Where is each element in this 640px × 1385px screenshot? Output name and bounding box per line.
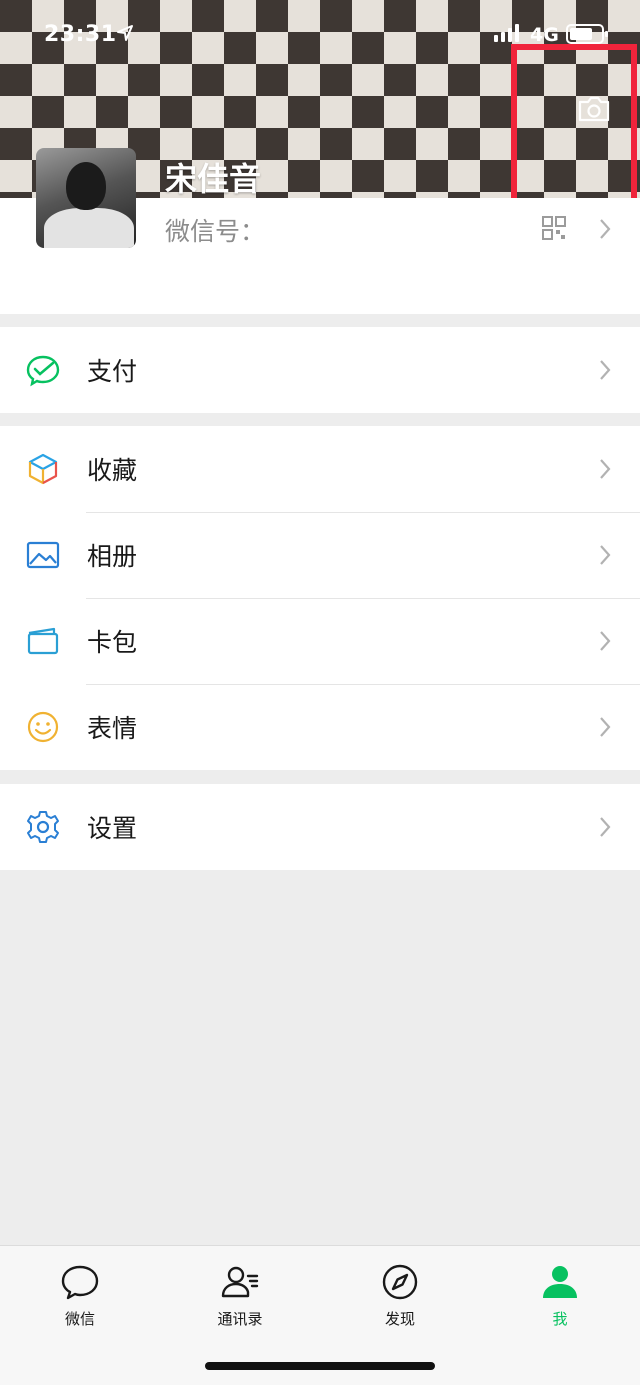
tab-contacts[interactable]: 通讯录 [185,1262,295,1332]
status-time: 23:31 [44,22,117,47]
menu-label-favorites: 收藏 [87,456,138,485]
menu-group-pay: 支付 [0,327,640,413]
tab-chats[interactable]: 微信 [25,1262,135,1332]
camera-highlight-box [511,44,637,206]
menu-item-favorites[interactable]: 收藏 [0,426,640,512]
tab-label-contacts: 通讯录 [217,1310,263,1328]
chevron-right-icon [600,631,611,651]
tab-discover[interactable]: 发现 [345,1262,455,1332]
menu-label-stickers: 表情 [87,714,138,743]
menu-label-cards: 卡包 [87,628,138,657]
wechat-pay-icon [26,355,60,387]
signal-icon [494,24,519,42]
person-icon [543,1266,577,1298]
album-icon [26,541,60,569]
profile-name: 宋佳音 [165,160,262,198]
menu-label-pay: 支付 [87,357,138,386]
chevron-right-icon [600,817,611,837]
menu-group-main: 收藏 相册 卡包 表情 [0,426,640,770]
menu-label-album: 相册 [87,542,138,571]
chevron-right-icon [600,545,611,565]
favorites-cube-icon [28,453,58,485]
card-wallet-icon [27,627,59,655]
menu-item-settings[interactable]: 设置 [0,784,640,870]
battery-icon [566,24,608,44]
menu-label-settings: 设置 [87,814,138,843]
qr-code-icon[interactable] [542,216,566,240]
network-type: 4G [530,24,559,46]
tab-label-chats: 微信 [64,1310,95,1328]
menu-item-pay[interactable]: 支付 [0,327,640,413]
compass-icon [382,1264,418,1300]
chevron-right-icon [600,360,611,380]
tab-label-me: 我 [552,1310,568,1328]
avatar[interactable] [36,148,136,248]
tab-label-discover: 发现 [384,1310,415,1328]
chevron-right-icon [600,459,611,479]
menu-group-settings: 设置 [0,784,640,870]
menu-item-stickers[interactable]: 表情 [0,684,640,770]
menu-item-album[interactable]: 相册 [0,512,640,598]
home-indicator [205,1362,435,1370]
emoji-icon [27,711,59,743]
chevron-right-icon [600,219,611,239]
menu-item-cards[interactable]: 卡包 [0,598,640,684]
wechat-id: 微信号： [165,212,265,248]
contacts-icon [221,1266,259,1298]
chevron-right-icon [600,717,611,737]
location-arrow-icon [117,25,133,41]
camera-icon[interactable] [577,95,611,123]
chat-bubble-icon [61,1265,99,1300]
wechat-id-label: 微信号： [165,217,266,246]
gear-icon [27,811,59,843]
tab-me[interactable]: 我 [505,1262,615,1332]
